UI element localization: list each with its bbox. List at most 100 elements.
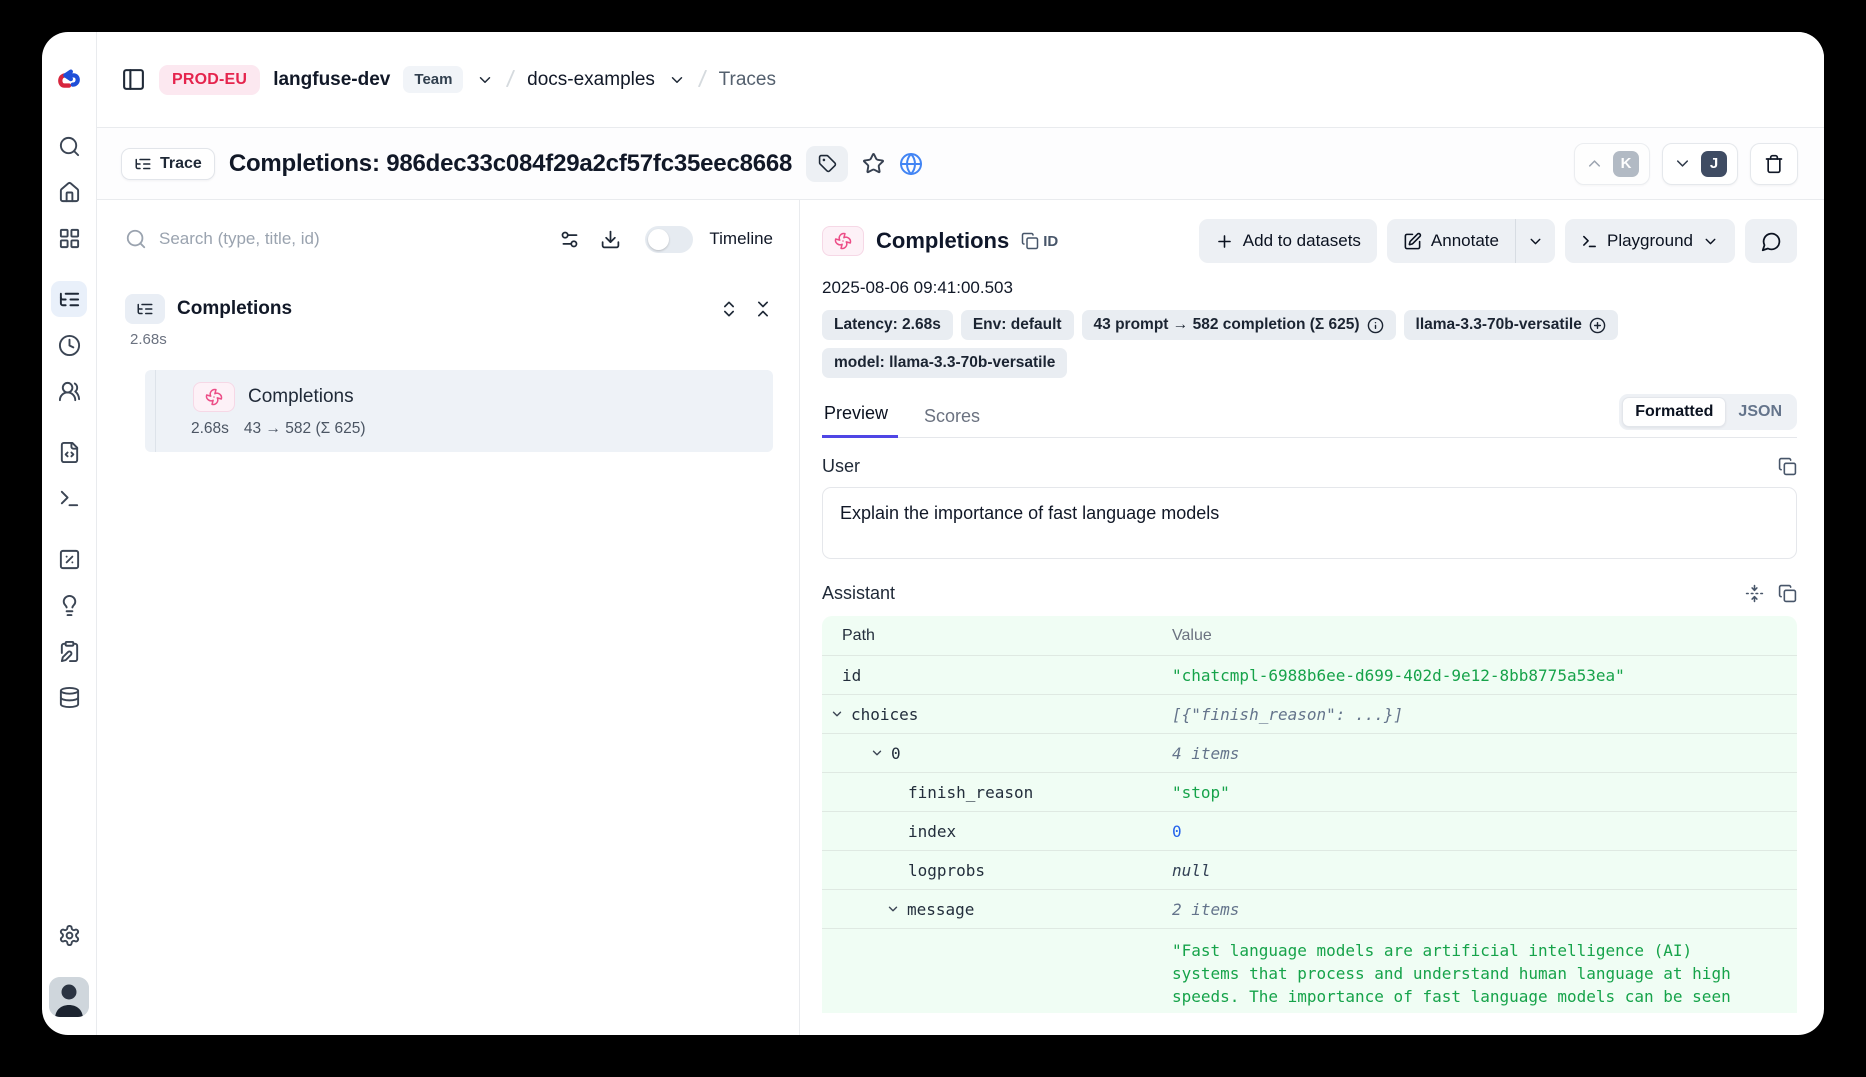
dashboard-grid-icon	[58, 227, 81, 250]
copy-id-button[interactable]	[1021, 232, 1039, 250]
json-key: 0	[891, 744, 901, 763]
tree-search-input[interactable]	[159, 229, 539, 249]
expand-all-button[interactable]	[719, 299, 739, 319]
model-param-badge: model: llama-3.3-70b-versatile	[822, 348, 1067, 378]
path-column-header: Path	[822, 627, 1172, 645]
main-area: PROD-EU langfuse-dev Team / docs-example…	[97, 32, 1824, 1035]
bookmark-star-button[interactable]	[862, 152, 885, 175]
tree-root-actions	[719, 299, 773, 319]
observation-timestamp: 2025-08-06 09:41:00.503	[822, 278, 1797, 298]
copy-assistant-content-button[interactable]	[1778, 584, 1797, 603]
playground-button[interactable]: Playground	[1565, 219, 1735, 263]
generation-fan-icon	[205, 388, 223, 406]
annotate-label: Annotate	[1431, 231, 1499, 251]
json-row-id: id "chatcmpl-6988b6ee-d699-402d-9e12-8bb…	[822, 656, 1797, 695]
tree-node-generation[interactable]: Completions 2.68s 43 → 582 (Σ 625)	[145, 370, 773, 452]
trace-title: Completions: 986dec33c084f29a2cf57fc35ee…	[229, 150, 792, 178]
add-to-datasets-button[interactable]: Add to datasets	[1199, 219, 1377, 263]
sidebar-item-settings[interactable]	[51, 917, 87, 953]
tree-node-label: Completions	[248, 386, 354, 408]
project-switcher-chevron[interactable]	[668, 71, 686, 89]
chevrons-up-down-icon	[719, 299, 739, 319]
json-key: message	[907, 900, 974, 919]
info-icon	[1367, 317, 1384, 334]
json-value: "stop"	[1172, 783, 1781, 802]
json-row-index: index 0	[822, 812, 1797, 851]
trace-type-label: Trace	[160, 155, 202, 173]
file-code-icon	[58, 441, 81, 464]
previous-trace-button[interactable]: K	[1574, 143, 1650, 185]
tag-icon	[818, 154, 837, 173]
environment-badge[interactable]: PROD-EU	[159, 65, 260, 95]
langfuse-logo-icon	[54, 67, 84, 93]
tree-root-row[interactable]: Completions	[125, 294, 773, 324]
user-avatar[interactable]	[49, 977, 89, 1017]
delete-trace-button[interactable]	[1750, 143, 1798, 185]
tags-button[interactable]	[806, 146, 848, 182]
format-option-formatted[interactable]: Formatted	[1622, 397, 1726, 427]
tree-download-button[interactable]	[600, 229, 621, 250]
sidebar-item-tracing[interactable]	[51, 281, 87, 317]
fold-vertical-icon	[1745, 584, 1764, 603]
chevron-down-icon	[668, 71, 686, 89]
trace-nav-cluster: K J	[1574, 143, 1798, 185]
annotate-button[interactable]: Annotate	[1387, 219, 1515, 263]
org-name[interactable]: langfuse-dev	[273, 69, 390, 91]
sidebar-item-users[interactable]	[51, 373, 87, 409]
globe-icon	[899, 152, 923, 176]
sidebar-item-sessions[interactable]	[51, 327, 87, 363]
tree-root-label: Completions	[177, 298, 292, 320]
sidebar-item-annotation-queues[interactable]	[51, 633, 87, 669]
sidebar-item-home[interactable]	[51, 174, 87, 210]
json-key: id	[842, 666, 861, 685]
sidebar-item-search[interactable]	[51, 128, 87, 164]
tree-node-meta: 2.68s 43 → 582 (Σ 625)	[191, 420, 757, 438]
copy-user-content-button[interactable]	[1778, 457, 1797, 476]
tab-scores[interactable]: Scores	[922, 406, 982, 438]
sidebar-item-judge[interactable]	[51, 587, 87, 623]
collapse-chevron-icon[interactable]	[886, 902, 900, 916]
download-icon	[600, 229, 621, 250]
org-switcher-chevron[interactable]	[476, 71, 494, 89]
collapse-content-button[interactable]	[1745, 584, 1764, 603]
sidebar-item-playground[interactable]	[51, 480, 87, 516]
collapse-all-button[interactable]	[753, 299, 773, 319]
timeline-toggle-label: Timeline	[709, 229, 773, 249]
plus-circle-icon	[1589, 317, 1606, 334]
gear-icon	[58, 924, 81, 947]
project-name[interactable]: docs-examples	[527, 69, 655, 91]
terminal-icon	[58, 487, 81, 510]
org-role-chip[interactable]: Team	[403, 66, 463, 93]
next-trace-button[interactable]: J	[1662, 143, 1738, 185]
sidebar-toggle-button[interactable]	[121, 67, 146, 92]
timeline-toggle[interactable]	[645, 226, 693, 253]
token-usage-badge[interactable]: 43 prompt → 582 completion (Σ 625)	[1082, 310, 1396, 340]
json-row-message: message 2 items	[822, 890, 1797, 929]
annotate-dropdown-button[interactable]	[1516, 219, 1555, 263]
collapse-chevron-icon[interactable]	[870, 746, 884, 760]
model-pill-badge[interactable]: llama-3.3-70b-versatile	[1404, 310, 1618, 340]
latency-badge: Latency: 2.68s	[822, 310, 953, 340]
sidebar-item-prompts[interactable]	[51, 434, 87, 470]
sidebar-item-datasets[interactable]	[51, 679, 87, 715]
value-column-header: Value	[1172, 627, 1781, 645]
langfuse-logo[interactable]	[42, 32, 96, 128]
observation-title: Completions	[876, 228, 1009, 254]
public-share-button[interactable]	[899, 152, 923, 176]
json-value: 2 items	[1172, 900, 1781, 919]
chevron-up-icon	[1585, 154, 1604, 173]
sidebar-item-evals[interactable]	[51, 541, 87, 577]
collapse-chevron-icon[interactable]	[830, 707, 844, 721]
square-pen-icon	[1403, 232, 1422, 251]
json-row-choices: choices [{"finish_reason": ...}]	[822, 695, 1797, 734]
comments-button[interactable]	[1745, 219, 1797, 263]
breadcrumb-section[interactable]: Traces	[719, 69, 776, 91]
trace-type-chip[interactable]: Trace	[121, 148, 215, 180]
tab-preview[interactable]: Preview	[822, 403, 898, 438]
tree-search-row: Timeline	[125, 218, 773, 260]
sidebar-item-dashboards[interactable]	[51, 220, 87, 256]
trash-icon	[1764, 154, 1784, 174]
format-option-json[interactable]: JSON	[1726, 398, 1794, 426]
json-value: null	[1172, 861, 1781, 880]
tree-view-settings-button[interactable]	[559, 229, 580, 250]
